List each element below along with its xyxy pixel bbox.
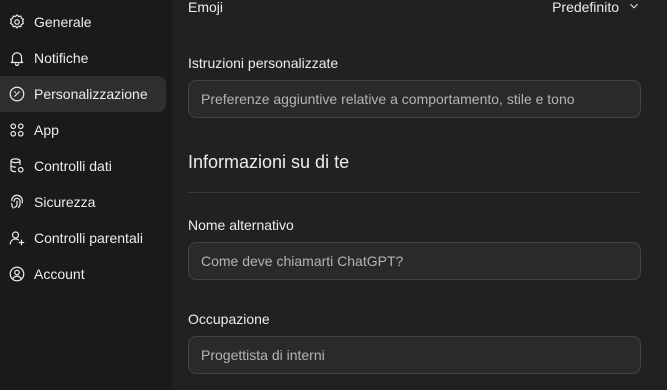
emoji-setting-row: Emoji Predefinito <box>188 0 641 18</box>
personalization-icon <box>8 85 26 103</box>
emoji-select-value: Predefinito <box>552 0 619 15</box>
section-divider <box>188 192 641 193</box>
sidebar-item-account[interactable]: Account <box>0 256 166 292</box>
user-circle-icon <box>8 265 26 283</box>
chevron-down-icon <box>627 0 641 16</box>
personalization-panel: Emoji Predefinito Istruzioni personalizz… <box>172 0 667 390</box>
sidebar-item-sicurezza[interactable]: Sicurezza <box>0 184 166 220</box>
sidebar-item-personalizzazione[interactable]: Personalizzazione <box>0 76 166 112</box>
sidebar-item-label: Notifiche <box>34 50 89 66</box>
emoji-select[interactable]: Predefinito <box>552 0 641 16</box>
sidebar-item-label: Personalizzazione <box>34 86 148 102</box>
about-you-section-title: Informazioni su di te <box>188 152 350 172</box>
settings-sidebar: Generale Notifiche Personalizzazione App… <box>0 0 172 390</box>
parent-user-icon <box>8 229 26 247</box>
nickname-input[interactable]: Come deve chiamarti ChatGPT? <box>188 242 641 280</box>
nickname-label: Nome alternativo <box>188 217 294 233</box>
emoji-label: Emoji <box>188 0 224 15</box>
occupation-input[interactable]: Progettista di interni <box>188 336 641 374</box>
sidebar-item-notifiche[interactable]: Notifiche <box>0 40 166 76</box>
sidebar-item-label: Controlli dati <box>34 158 112 174</box>
fingerprint-icon <box>8 193 26 211</box>
sidebar-item-label: Generale <box>34 14 92 30</box>
custom-instructions-input[interactable]: Preferenze aggiuntive relative a comport… <box>188 80 641 118</box>
database-settings-icon <box>8 157 26 175</box>
sidebar-item-label: Controlli parentali <box>34 230 143 246</box>
occupation-label: Occupazione <box>188 311 270 327</box>
sidebar-item-controlli-parentali[interactable]: Controlli parentali <box>0 220 166 256</box>
apps-grid-icon <box>8 121 26 139</box>
custom-instructions-label: Istruzioni personalizzate <box>188 55 339 71</box>
sidebar-item-controlli-dati[interactable]: Controlli dati <box>0 148 166 184</box>
bell-icon <box>8 49 26 67</box>
sidebar-item-app[interactable]: App <box>0 112 166 148</box>
sidebar-item-label: Account <box>34 266 85 282</box>
sidebar-item-label: Sicurezza <box>34 194 96 210</box>
gear-icon <box>8 13 26 31</box>
sidebar-item-label: App <box>34 122 59 138</box>
sidebar-item-generale[interactable]: Generale <box>0 4 166 40</box>
